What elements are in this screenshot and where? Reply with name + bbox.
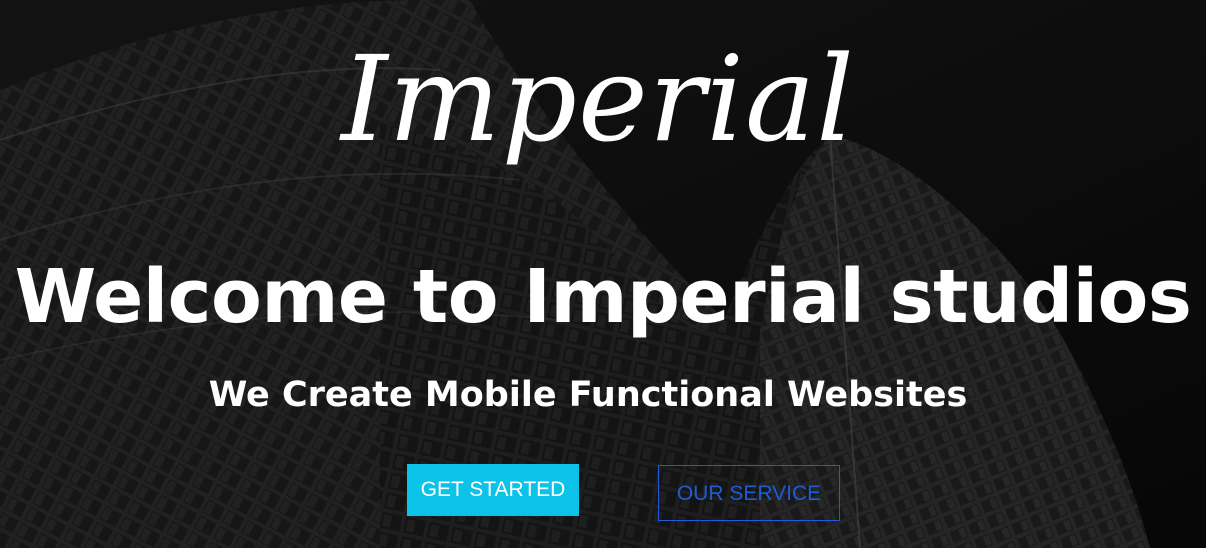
hero-headline: Welcome to Imperial studios <box>14 254 1192 340</box>
imperial-logo[interactable]: Imperial <box>0 0 1206 210</box>
svg-text:Imperial: Imperial <box>339 30 855 168</box>
hero-section: Imperial Welcome to Imperial studios We … <box>0 0 1206 548</box>
our-service-button[interactable]: OUR SERVICE <box>658 465 840 521</box>
get-started-button[interactable]: GET STARTED <box>407 464 579 516</box>
hero-subheadline: We Create Mobile Functional Websites <box>208 375 968 415</box>
